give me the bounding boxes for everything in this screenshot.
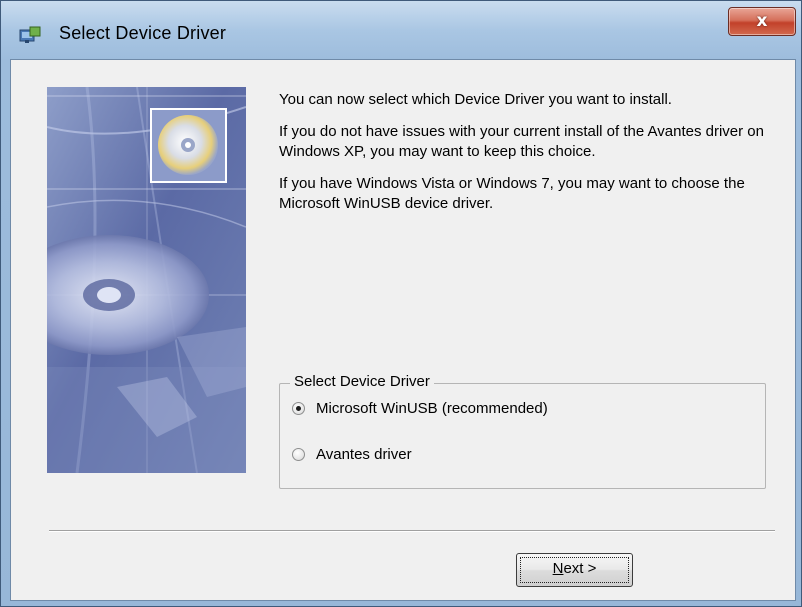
intro-line-3: If you have Windows Vista or Windows 7, … xyxy=(279,175,745,212)
radio-winusb[interactable]: Microsoft WinUSB (recommended) xyxy=(292,400,548,417)
cd-rom-banner-image xyxy=(47,87,246,473)
dialog-client-area: You can now select which Device Driver y… xyxy=(10,59,796,601)
title-bar[interactable]: Select Device Driver x xyxy=(1,1,801,59)
groupbox-title: Select Device Driver xyxy=(290,373,434,390)
next-button[interactable]: Next > xyxy=(516,553,633,587)
window-title: Select Device Driver xyxy=(59,23,227,43)
radio-avantes-label: Avantes driver xyxy=(316,446,412,463)
driver-groupbox: Select Device Driver Microsoft WinUSB (r… xyxy=(279,373,766,489)
bottom-separator xyxy=(49,530,775,532)
radio-button-selected-icon[interactable] xyxy=(292,402,305,415)
radio-winusb-label: Microsoft WinUSB (recommended) xyxy=(316,400,548,417)
close-icon: x xyxy=(756,11,768,31)
dialog-window: Select Device Driver x You can now selec… xyxy=(0,0,802,607)
intro-line-1: You can now select which Device Driver y… xyxy=(279,91,672,108)
installer-icon xyxy=(19,26,41,43)
close-button[interactable]: x xyxy=(728,7,796,36)
radio-avantes[interactable]: Avantes driver xyxy=(292,446,412,463)
radio-button-icon[interactable] xyxy=(292,448,305,461)
next-button-label: Next > xyxy=(552,560,597,577)
instructions-text: You can now select which Device Driver y… xyxy=(279,90,769,226)
intro-line-2: If you do not have issues with your curr… xyxy=(279,123,764,160)
